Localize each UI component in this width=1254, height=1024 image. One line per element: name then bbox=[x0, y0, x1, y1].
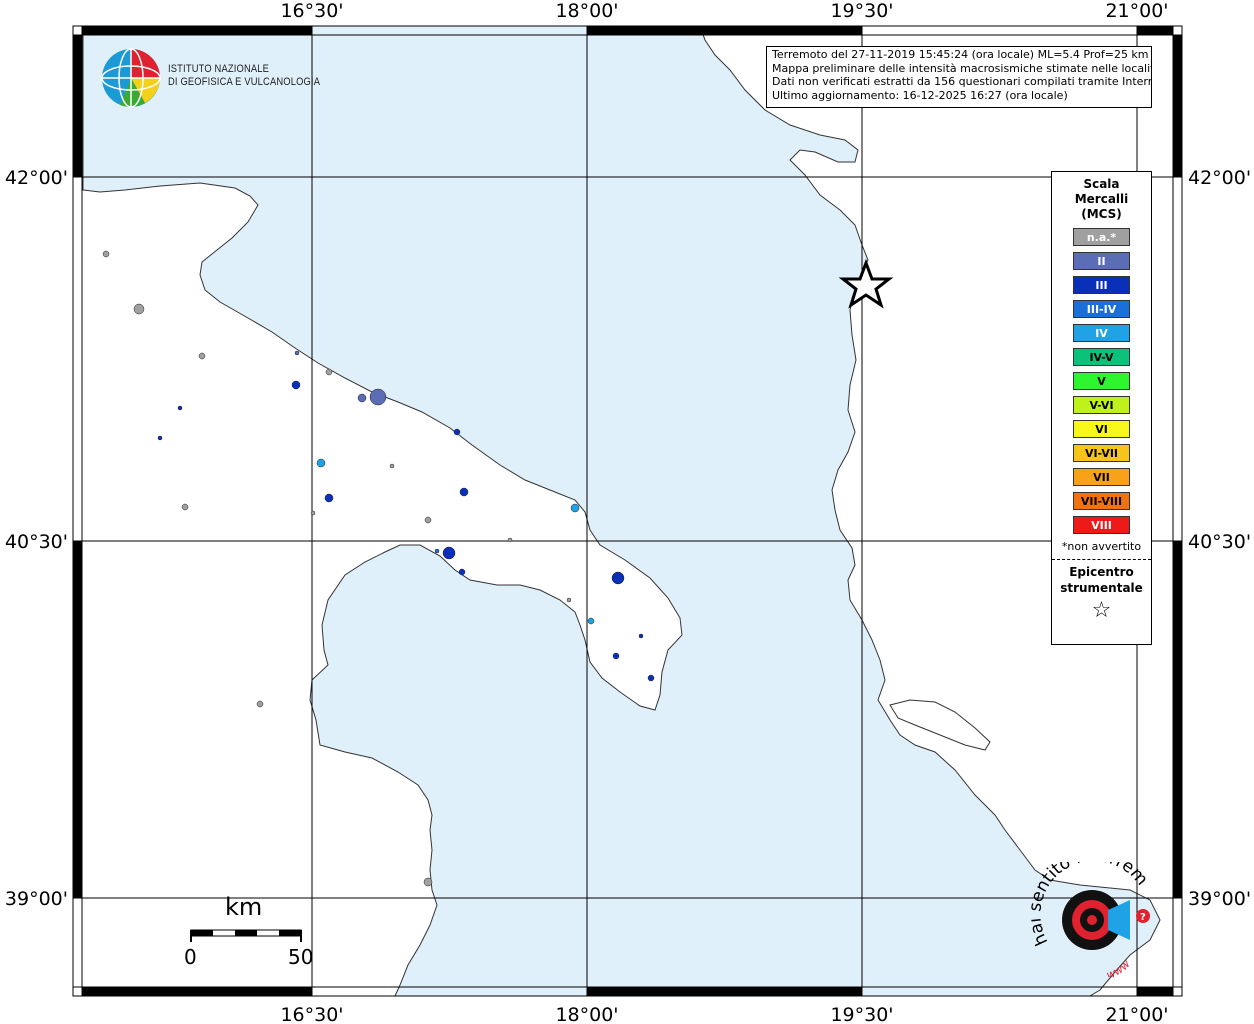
legend-epicenter-line: strumentale bbox=[1060, 581, 1143, 595]
lat-label-right: 42°00' bbox=[1188, 167, 1251, 189]
intensity-point bbox=[181, 503, 189, 511]
lon-labels-top: 16°30' 18°00' 19°30' 21°00' bbox=[280, 0, 1168, 22]
lon-label-top: 16°30' bbox=[280, 0, 343, 22]
mcs-legend: Scala Mercalli (MCS) n.a.* II III III-IV IV I… bbox=[1051, 171, 1152, 645]
lon-label-bottom: 19°30' bbox=[830, 1004, 893, 1024]
legend-item: II bbox=[1073, 252, 1130, 270]
hai-sentito-logo: hai sentito il terremoto.it www ? bbox=[1025, 846, 1170, 982]
legend-item: VII-VIII bbox=[1073, 492, 1130, 510]
scale-bar-labels: km 0 50 bbox=[180, 893, 320, 973]
lon-label-bottom: 16°30' bbox=[280, 1004, 343, 1024]
lon-label-bottom: 21°00' bbox=[1105, 1004, 1168, 1024]
intensity-point bbox=[310, 510, 316, 516]
intensity-point bbox=[570, 503, 580, 513]
intensity-point bbox=[177, 405, 183, 411]
intensity-point bbox=[442, 546, 456, 560]
intensity-point bbox=[369, 388, 387, 406]
lon-label-top: 18°00' bbox=[555, 0, 618, 22]
intensity-point bbox=[256, 700, 264, 708]
intensity-point bbox=[611, 571, 625, 585]
svg-text:www: www bbox=[1105, 957, 1133, 977]
legend-item: III-IV bbox=[1073, 300, 1130, 318]
intensity-point bbox=[587, 617, 595, 625]
event-info-box: Terremoto del 27-11-2019 15:45:24 (ora l… bbox=[766, 46, 1152, 108]
legend-item: VII bbox=[1073, 468, 1130, 486]
watermark-sub: www bbox=[1105, 957, 1133, 981]
intensity-point bbox=[459, 487, 469, 497]
intensity-point bbox=[291, 380, 301, 390]
legend-item: VI-VII bbox=[1073, 444, 1130, 462]
intensity-point bbox=[423, 877, 433, 887]
lon-label-top: 19°30' bbox=[830, 0, 893, 22]
intensity-point bbox=[389, 463, 395, 469]
star-icon: ☆ bbox=[1091, 598, 1112, 623]
legend-title-line: Mercalli bbox=[1074, 192, 1129, 206]
legend-title-line: Scala bbox=[1083, 177, 1120, 191]
intensity-point bbox=[324, 493, 334, 503]
lat-label-right: 40°30' bbox=[1188, 531, 1251, 553]
intensity-point bbox=[453, 428, 461, 436]
legend-item: V bbox=[1073, 372, 1130, 390]
intensity-point bbox=[325, 368, 333, 376]
intensity-point bbox=[133, 303, 145, 315]
legend-item: III bbox=[1073, 276, 1130, 294]
intensity-point bbox=[566, 597, 572, 603]
scale-min: 0 bbox=[184, 945, 197, 969]
legend-note: *non avvertito bbox=[1061, 540, 1142, 553]
legend-items: n.a.* II III III-IV IV IV-V V V-VI VI VI-VII VII VI… bbox=[1052, 228, 1151, 534]
ingv-logo: ISTITUTO NAZIONALE DI GEOFISICA E VULCAN… bbox=[100, 47, 320, 109]
legend-item: n.a.* bbox=[1073, 228, 1130, 246]
legend-item: V-VI bbox=[1073, 396, 1130, 414]
intensity-point bbox=[102, 250, 110, 258]
ingv-name-line1: ISTITUTO NAZIONALE bbox=[168, 63, 270, 75]
intensity-point bbox=[357, 393, 367, 403]
svg-text:?: ? bbox=[1140, 912, 1146, 923]
intensity-point bbox=[612, 652, 620, 660]
lon-label-top: 21°00' bbox=[1105, 0, 1168, 22]
legend-item: VIII bbox=[1073, 516, 1130, 534]
ingv-name-line2: DI GEOFISICA E VULCANOLOGIA bbox=[168, 76, 321, 88]
scale-max: 50 bbox=[288, 945, 314, 969]
lon-labels-bottom: 16°30' 18°00' 19°30' 21°00' bbox=[280, 1004, 1168, 1024]
lon-label-bottom: 18°00' bbox=[555, 1004, 618, 1024]
intensity-point bbox=[507, 537, 513, 543]
legend-epicenter-line: Epicentro bbox=[1069, 565, 1134, 579]
legend-item: IV-V bbox=[1073, 348, 1130, 366]
intensity-point bbox=[458, 568, 466, 576]
lat-labels-left: 42°00' 40°30' 39°00' bbox=[5, 167, 68, 910]
legend-item: VI bbox=[1073, 420, 1130, 438]
lat-label-left: 39°00' bbox=[5, 888, 68, 910]
intensity-point bbox=[424, 516, 432, 524]
intensity-point bbox=[294, 350, 300, 356]
legend-epicenter-label: Epicentro strumentale bbox=[1052, 564, 1151, 596]
intensity-point bbox=[157, 435, 163, 441]
lat-label-left: 42°00' bbox=[5, 167, 68, 189]
legend-title-line: (MCS) bbox=[1081, 207, 1122, 221]
intensity-point bbox=[316, 458, 326, 468]
event-info-line: Ultimo aggiornamento: 16-12-2025 16:27 (… bbox=[772, 88, 1068, 102]
event-info-line: Dati non verificati estratti da 156 ques… bbox=[772, 75, 1152, 88]
event-info-line: Terremoto del 27-11-2019 15:45:24 (ora l… bbox=[772, 48, 1149, 61]
legend-separator bbox=[1052, 559, 1151, 560]
legend-title: Scala Mercalli (MCS) bbox=[1052, 177, 1151, 222]
intensity-point bbox=[638, 633, 644, 639]
lat-labels-right: 42°00' 40°30' 39°00' bbox=[1188, 167, 1251, 910]
intensity-point bbox=[434, 548, 440, 554]
legend-item: IV bbox=[1073, 324, 1130, 342]
globe-icon bbox=[101, 48, 161, 108]
intensity-point bbox=[198, 352, 206, 360]
lat-label-left: 40°30' bbox=[5, 531, 68, 553]
lat-label-right: 39°00' bbox=[1188, 888, 1251, 910]
event-info-line: Mappa preliminare delle intensità macros… bbox=[772, 61, 1152, 75]
intensity-point bbox=[647, 674, 655, 682]
scale-unit: km bbox=[225, 893, 263, 921]
